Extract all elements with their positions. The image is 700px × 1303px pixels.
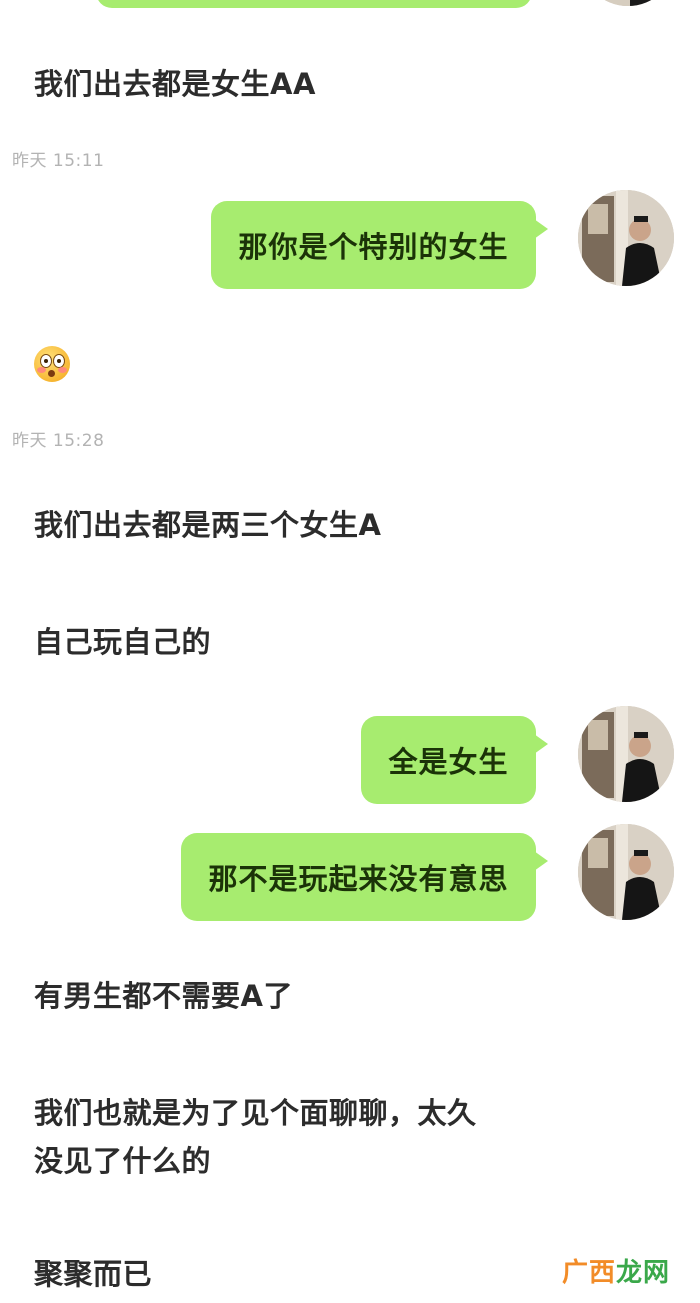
bubble-text: 全是女生	[388, 745, 509, 779]
incoming-message: 有男生都不需要A了	[34, 979, 293, 1013]
bubble-text: 那不是玩起来没有意思	[208, 862, 509, 896]
flushed-face-emoji-icon	[34, 346, 70, 382]
user-avatar[interactable]	[578, 190, 674, 286]
watermark-part1: 广西	[561, 1258, 616, 1288]
timestamp: 昨天 15:11	[12, 151, 105, 171]
incoming-message: 聚聚而已	[34, 1257, 153, 1291]
incoming-message: 我们出去都是两三个女生A	[34, 508, 382, 542]
watermark-part2: 龙网	[615, 1258, 670, 1288]
outgoing-message-bubble[interactable]: 全是女生	[361, 716, 548, 804]
user-avatar[interactable]	[578, 706, 674, 802]
avatar-partial-top[interactable]	[580, 0, 676, 6]
bubble-text: 那你是个特别的女生	[238, 230, 509, 264]
partial-bubble-top	[96, 0, 532, 8]
timestamp: 昨天 15:28	[12, 431, 105, 451]
incoming-message: 我们出去都是女生AA	[34, 67, 316, 101]
incoming-message: 自己玩自己的	[34, 625, 212, 659]
user-avatar[interactable]	[578, 824, 674, 920]
outgoing-message-bubble[interactable]: 那你是个特别的女生	[211, 201, 548, 289]
watermark-logo: 广西龙网	[562, 1252, 670, 1289]
outgoing-message-bubble[interactable]: 那不是玩起来没有意思	[181, 833, 548, 921]
incoming-message-line: 没见了什么的	[34, 1144, 212, 1178]
